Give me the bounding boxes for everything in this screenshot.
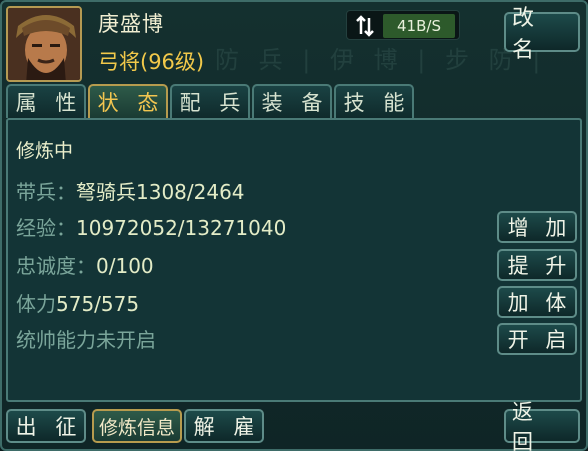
background-text: 防 兵 | 伊 博 | 步 防 | [215,46,547,74]
stamina-value: 575/575 [56,292,140,316]
loyalty-label: 忠诚度： [16,254,96,278]
training-info-button[interactable]: 修炼信息 [92,409,182,443]
exp-row: 经验：10972052/13271040 [16,212,286,241]
rename-button[interactable]: 改 名 [504,6,580,63]
tab-skills[interactable]: 技 能 [334,84,414,118]
loyalty-value: 0/100 [96,254,154,278]
general-portrait [6,6,82,82]
tab-status[interactable]: 状 态 [88,84,168,118]
troops-row: 带兵：弩骑兵1308/2464 [16,176,245,205]
network-indicator: 41B/S [346,10,460,40]
stamina-row: 体力575/575 [16,288,139,317]
add-stamina-button[interactable]: 加 体 [497,286,577,318]
exp-value: 10972052/13271040 [76,216,287,240]
unlock-button[interactable]: 开 启 [497,323,577,355]
command-status: 统帅能力未开启 [16,328,156,352]
stamina-label: 体力 [16,292,56,316]
network-speed: 41B/S [383,14,455,38]
troops-value: 弩骑兵1308/2464 [76,180,245,204]
loyalty-row: 忠诚度：0/100 [16,250,154,279]
tab-attributes[interactable]: 属 性 [6,84,86,118]
dismiss-button[interactable]: 解 雇 [184,409,264,443]
promote-button[interactable]: 提 升 [497,249,577,281]
transfer-arrows-icon [356,15,374,37]
general-rank: 弓将(96级) [98,50,205,74]
tab-equipment[interactable]: 装 备 [252,84,332,118]
troops-label: 带兵： [16,180,76,204]
tab-troops[interactable]: 配 兵 [170,84,250,118]
exp-label: 经验： [16,216,76,240]
general-name: 庚盛博 [98,12,164,36]
training-status: 修炼中 [16,140,74,162]
increase-button[interactable]: 增 加 [497,211,577,243]
deploy-button[interactable]: 出 征 [6,409,86,443]
back-button[interactable]: 返 回 [504,400,580,451]
